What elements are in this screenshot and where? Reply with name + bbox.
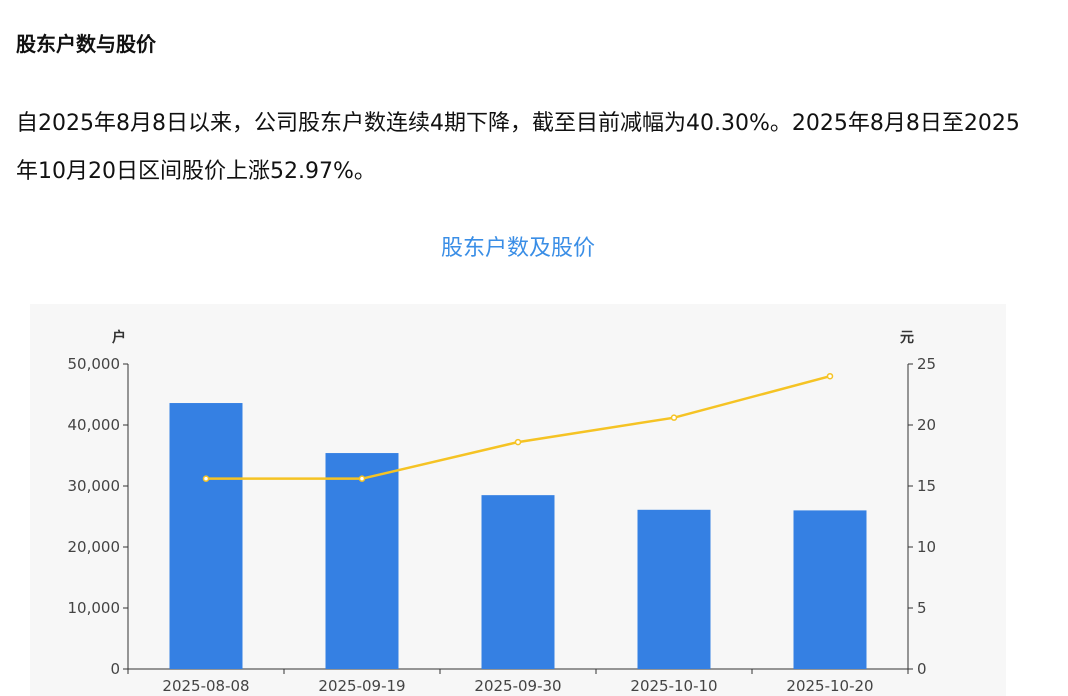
y-axis-left-unit: 户 <box>112 329 126 346</box>
section-title: 股东户数与股价 <box>16 32 156 56</box>
y-right-tick-label: 0 <box>917 660 927 678</box>
price-point-2025-08-08 <box>202 475 210 482</box>
y-right-tick-label: 20 <box>917 416 936 434</box>
bar-2025-09-19 <box>325 453 399 669</box>
y-left-tick-label: 0 <box>110 660 120 678</box>
y-right-tick-label: 15 <box>917 477 936 495</box>
y-right-tick-label: 25 <box>917 355 936 373</box>
chart-title: 股东户数及股价 <box>440 236 595 261</box>
x-tick-label: 2025-08-08 <box>162 677 249 695</box>
x-tick-label: 2025-09-19 <box>318 677 405 695</box>
x-tick-label: 2025-10-10 <box>630 677 717 695</box>
summary-paragraph: 自2025年8月8日以来，公司股东户数连续4期下降，截至目前减幅为40.30%。… <box>16 111 1020 184</box>
y-right-tick-label: 10 <box>917 538 936 556</box>
chart-area: 户 元 0 10,000 20,000 30,000 40,000 50,000 0 5 10 15 2… <box>30 304 1006 696</box>
bar-2025-08-08 <box>169 403 243 669</box>
price-point-2025-10-10 <box>670 414 678 421</box>
price-point-2025-09-30 <box>514 438 522 446</box>
y-axis-right-unit: 元 <box>900 330 914 346</box>
price-point-2025-10-20 <box>826 372 834 380</box>
y-left-tick-label: 10,000 <box>68 599 121 617</box>
y-left-tick-label: 30,000 <box>68 477 121 495</box>
chart-svg: 户 元 0 10,000 20,000 30,000 40,000 50,000 0 5 10 15 2… <box>68 329 937 695</box>
price-point-2025-09-19 <box>358 475 366 482</box>
bar-2025-09-30 <box>481 495 555 669</box>
y-right-tick-label: 5 <box>917 599 927 617</box>
bar-2025-10-20 <box>793 510 867 669</box>
x-tick-label: 2025-10-20 <box>786 677 873 695</box>
price-line <box>206 374 831 480</box>
x-tick-label: 2025-09-30 <box>474 677 561 695</box>
y-left-tick-label: 20,000 <box>68 538 121 556</box>
y-left-tick-label: 50,000 <box>68 355 121 373</box>
y-left-tick-label: 40,000 <box>68 416 121 434</box>
bar-2025-10-10 <box>637 509 711 669</box>
